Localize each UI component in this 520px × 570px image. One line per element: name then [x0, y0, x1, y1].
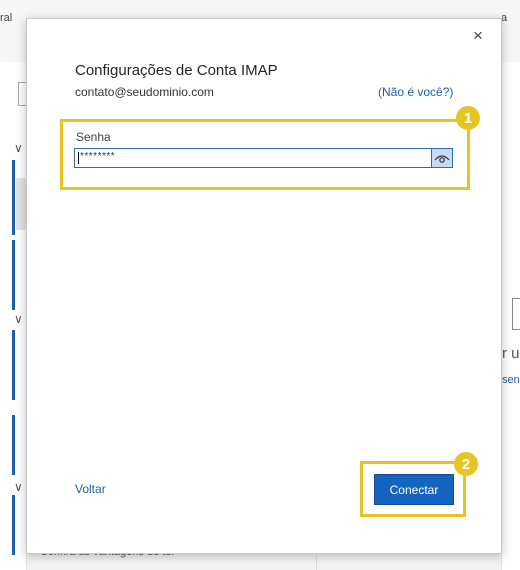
highlight-box-password — [60, 119, 470, 190]
ribbon-fragment-left: ral — [0, 12, 13, 24]
account-accent-bar — [12, 495, 15, 555]
envelope-icon — [512, 298, 520, 330]
step-badge-2: 2 — [454, 452, 478, 476]
back-link[interactable]: Voltar — [75, 482, 106, 496]
step-badge-1: 1 — [456, 106, 480, 130]
account-email: contato@seudominio.com — [75, 85, 214, 99]
reading-pane-fragment: r u — [502, 345, 520, 362]
account-accent-bar — [12, 160, 15, 235]
selected-folder-highlight — [16, 178, 26, 230]
chevron-down-icon[interactable]: ∨ — [14, 480, 23, 494]
not-you-link[interactable]: (Não é você?) — [378, 85, 453, 99]
account-accent-bar — [12, 330, 15, 400]
account-accent-bar — [12, 415, 15, 475]
highlight-box-connect — [360, 461, 466, 517]
account-accent-bar — [12, 240, 15, 310]
chevron-down-icon[interactable]: ∨ — [14, 141, 23, 155]
dialog-title: Configurações de Conta IMAP — [75, 62, 278, 79]
chevron-down-icon[interactable]: ∨ — [14, 312, 23, 326]
close-icon[interactable]: × — [469, 27, 487, 45]
reading-pane-link-fragment[interactable]: sen — [502, 374, 520, 386]
